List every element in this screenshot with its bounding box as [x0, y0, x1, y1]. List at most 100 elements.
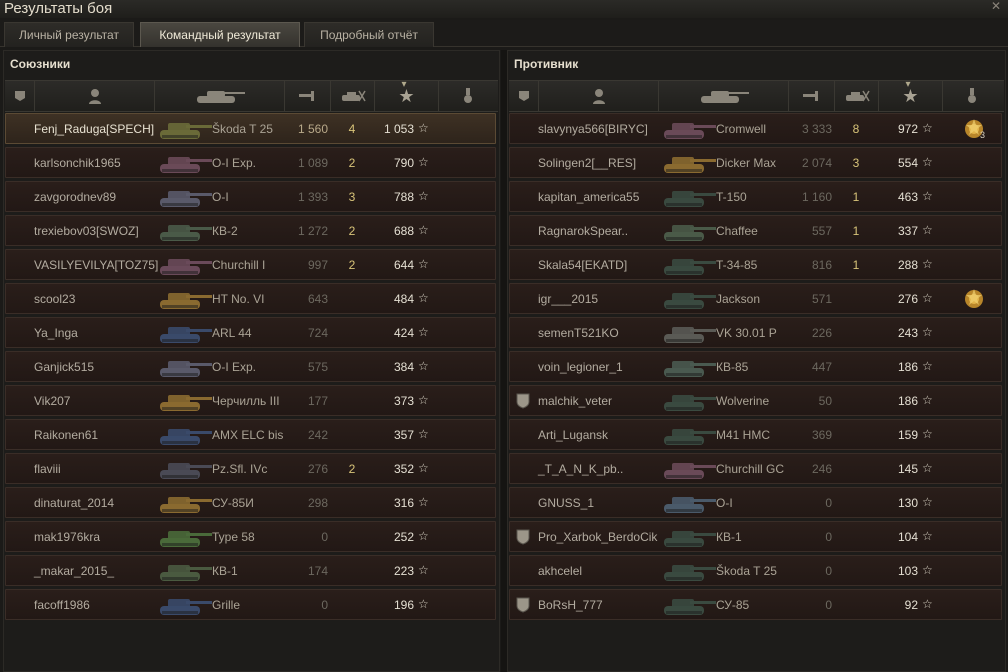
player-name: Ya_Inga: [34, 326, 78, 340]
player-name: Ganjick515: [34, 360, 95, 374]
kills-value: 1: [852, 190, 860, 204]
tank-name: КВ-1: [716, 530, 742, 544]
xp-value: 816: [811, 258, 832, 272]
damage-value: 276: [897, 292, 918, 306]
allies-panel: Союзники ★ Fenj_Raduga[SPECH] Škoda T 25…: [3, 50, 500, 672]
tank-silhouette-icon: [660, 524, 718, 550]
player-row[interactable]: karlsonchik1965 O-I Exp. 1 089 2 790 ☆: [5, 147, 496, 178]
damage-value: 243: [897, 326, 918, 340]
kills-value: 2: [348, 224, 356, 238]
tank-icon[interactable]: [155, 81, 285, 111]
player-row[interactable]: slavynya566[BIRYC] Cromwell 3 333 8 972 ☆ 3: [509, 113, 1002, 144]
player-row[interactable]: BoRsH_777 СУ-85 0 92 ☆: [509, 589, 1002, 620]
tab-team-result[interactable]: Командный результат: [140, 22, 300, 47]
tank-name: Pz.Sfl. IVc: [212, 462, 268, 476]
star-icon: ☆: [922, 155, 933, 169]
medal-icon[interactable]: [943, 81, 1001, 111]
xp-value: 0: [321, 598, 328, 612]
player-row[interactable]: scool23 HT No. VI 643 484 ☆: [5, 283, 496, 314]
medal-icon[interactable]: [439, 81, 497, 111]
player-row[interactable]: voin_legioner_1 КВ-85 447 186 ☆: [509, 351, 1002, 382]
player-row[interactable]: VASILYEVILYA[TOZ75] Churchill I 997 2 644 ☆: [5, 249, 496, 280]
player-row[interactable]: _T_A_N_K_pb.. Churchill GC 246 145 ☆: [509, 453, 1002, 484]
tab-bar: Личный результат Командный результат Под…: [0, 20, 1008, 47]
damage-value: 196: [393, 598, 414, 612]
player-icon[interactable]: [539, 81, 659, 111]
damage-value: 373: [393, 394, 414, 408]
xp-icon[interactable]: [789, 81, 835, 111]
damage-star-icon[interactable]: ★: [879, 79, 943, 111]
player-row[interactable]: flaviii Pz.Sfl. IVc 276 2 352 ☆: [5, 453, 496, 484]
medal-icon[interactable]: [962, 287, 986, 311]
player-row[interactable]: kapitan_america55 T-150 1 160 1 463 ☆: [509, 181, 1002, 212]
tank-name: КВ-85: [716, 360, 749, 374]
player-row[interactable]: Vik207 Черчилль III 177 373 ☆: [5, 385, 496, 416]
platoon-icon[interactable]: [5, 81, 35, 111]
star-icon: ☆: [922, 189, 933, 203]
player-row[interactable]: Solingen2[__RES] Dicker Max 2 074 3 554 ☆: [509, 147, 1002, 178]
tank-name: СУ-85: [716, 598, 750, 612]
kills-icon[interactable]: [331, 81, 375, 111]
player-icon[interactable]: [35, 81, 155, 111]
damage-value: 554: [897, 156, 918, 170]
player-row[interactable]: RagnarokSpear.. Chaffee 557 1 337 ☆: [509, 215, 1002, 246]
damage-value: 972: [897, 122, 918, 136]
tank-name: T-34-85: [716, 258, 758, 272]
tank-name: Škoda T 25: [716, 564, 777, 578]
damage-value: 316: [393, 496, 414, 510]
xp-value: 50: [818, 394, 832, 408]
tab-personal-result[interactable]: Личный результат: [4, 22, 134, 47]
player-row[interactable]: semenT521KO VK 30.01 P 226 243 ☆: [509, 317, 1002, 348]
player-row[interactable]: mak1976kra Type 58 0 252 ☆: [5, 521, 496, 552]
close-icon[interactable]: ✕: [990, 0, 1002, 12]
damage-value: 644: [393, 258, 414, 272]
tank-silhouette-icon: [156, 558, 214, 584]
xp-icon[interactable]: [285, 81, 331, 111]
player-name: semenT521KO: [538, 326, 619, 340]
player-name: Solingen2[__RES]: [538, 156, 637, 170]
player-name: karlsonchik1965: [34, 156, 121, 170]
tank-icon[interactable]: [659, 81, 789, 111]
xp-value: 1 560: [297, 122, 328, 136]
player-row[interactable]: Pro_Xarbok_BerdoCik КВ-1 0 104 ☆: [509, 521, 1002, 552]
tank-name: T-150: [716, 190, 747, 204]
player-name: akhcelel: [538, 564, 583, 578]
player-name: Fenj_Raduga[SPECH]: [34, 122, 155, 136]
kills-value: 2: [348, 156, 356, 170]
player-row[interactable]: zavgorodnev89 O-I 1 393 3 788 ☆: [5, 181, 496, 212]
xp-value: 298: [307, 496, 328, 510]
kills-icon[interactable]: [835, 81, 879, 111]
player-row[interactable]: akhcelel Škoda T 25 0 103 ☆: [509, 555, 1002, 586]
player-row[interactable]: GNUSS_1 O-I 0 130 ☆: [509, 487, 1002, 518]
player-row[interactable]: malchik_veter Wolverine 50 186 ☆: [509, 385, 1002, 416]
tank-name: Dicker Max: [716, 156, 777, 170]
platoon-icon[interactable]: [509, 81, 539, 111]
player-name: slavynya566[BIRYC]: [538, 122, 648, 136]
tank-name: O-I: [212, 190, 229, 204]
damage-value: 424: [393, 326, 414, 340]
player-row[interactable]: _makar_2015_ КВ-1 174 223 ☆: [5, 555, 496, 586]
player-row[interactable]: Raikonen61 AMX ELC bis 242 357 ☆: [5, 419, 496, 450]
xp-value: 1 272: [297, 224, 328, 238]
player-name: RagnarokSpear..: [538, 224, 629, 238]
star-icon: ☆: [922, 529, 933, 543]
player-row[interactable]: igr___2015 Jackson 571 276 ☆: [509, 283, 1002, 314]
star-icon: ☆: [922, 291, 933, 305]
enemies-column-header: ★: [509, 79, 1004, 112]
player-row[interactable]: Arti_Lugansk M41 HMC 369 159 ☆: [509, 419, 1002, 450]
tank-name: Churchill GC: [716, 462, 785, 476]
player-row[interactable]: Fenj_Raduga[SPECH] Škoda T 25 1 560 4 1 053…: [5, 113, 496, 144]
player-row[interactable]: Ya_Inga ARL 44 724 424 ☆: [5, 317, 496, 348]
shield-icon: [516, 393, 530, 409]
player-row[interactable]: trexiebov03[SWOZ] КВ-2 1 272 2 688 ☆: [5, 215, 496, 246]
player-row[interactable]: Skala54[EKATD] T-34-85 816 1 288 ☆: [509, 249, 1002, 280]
damage-star-icon[interactable]: ★: [375, 79, 439, 111]
damage-value: 130: [897, 496, 918, 510]
star-icon: ☆: [418, 257, 429, 271]
player-row[interactable]: dinaturat_2014 СУ-85И 298 316 ☆: [5, 487, 496, 518]
enemies-title: Противник: [514, 57, 579, 71]
player-row[interactable]: Ganjick515 O-I Exp. 575 384 ☆: [5, 351, 496, 382]
tab-detailed-report[interactable]: Подробный отчёт: [304, 22, 434, 47]
player-row[interactable]: facoff1986 Grille 0 196 ☆: [5, 589, 496, 620]
shield-icon: [516, 529, 530, 545]
